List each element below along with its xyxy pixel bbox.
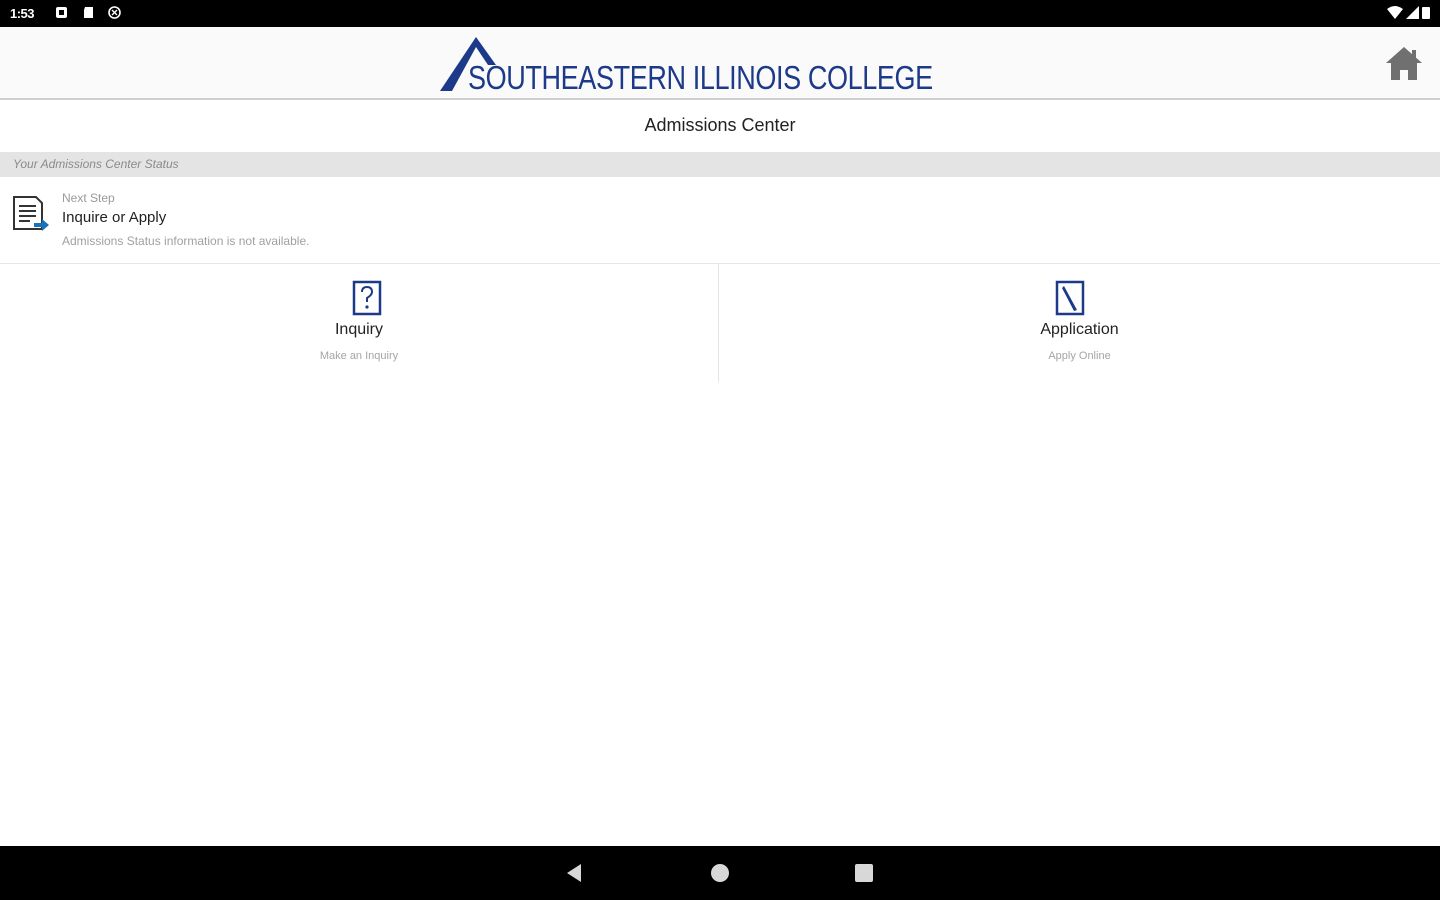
application-title: Application [1040, 321, 1119, 338]
inquiry-title: Inquiry [334, 321, 384, 338]
notification-icon [56, 7, 67, 18]
inquiry-subtitle: Make an Inquiry [319, 350, 399, 362]
next-step-label: Next Step [62, 191, 115, 205]
inquiry-tile[interactable]: Inquiry Make an Inquiry [0, 264, 719, 382]
system-nav-bar [0, 846, 1440, 900]
document-arrow-icon [13, 196, 49, 231]
home-circle-icon[interactable] [708, 861, 732, 885]
recents-icon[interactable] [852, 861, 876, 885]
sync-icon [108, 6, 121, 19]
college-logo: SOUTHEASTERN ILLINOIS COLLEGE [438, 35, 933, 94]
sd-card-icon [84, 7, 93, 18]
application-tile[interactable]: Application Apply Online [720, 264, 1439, 382]
page-title: Admissions Center [644, 115, 796, 135]
system-status-bar: 1:53 [0, 0, 1440, 27]
question-document-icon [352, 280, 382, 316]
status-time: 1:53 [10, 6, 35, 21]
status-section-header: Your Admissions Center Status [0, 152, 1440, 177]
app-header: SOUTHEASTERN ILLINOIS COLLEGE [0, 27, 1440, 100]
next-step-value: Inquire or Apply [62, 209, 167, 226]
logo-text: SOUTHEASTERN ILLINOIS COLLEGE [468, 59, 933, 96]
next-step-row[interactable]: Next Step Inquire or Apply Admissions St… [0, 177, 1440, 264]
signal-icon [1406, 6, 1419, 19]
home-icon[interactable] [1384, 44, 1424, 84]
back-icon[interactable] [563, 861, 587, 885]
wifi-icon [1387, 6, 1403, 19]
action-tiles: Inquiry Make an Inquiry Application Appl… [0, 264, 1440, 382]
pen-document-icon [1055, 280, 1085, 316]
application-subtitle: Apply Online [1048, 350, 1111, 362]
status-right-icons [1387, 6, 1430, 19]
battery-icon [1422, 7, 1430, 19]
status-note: Admissions Status information is not ava… [62, 234, 310, 248]
